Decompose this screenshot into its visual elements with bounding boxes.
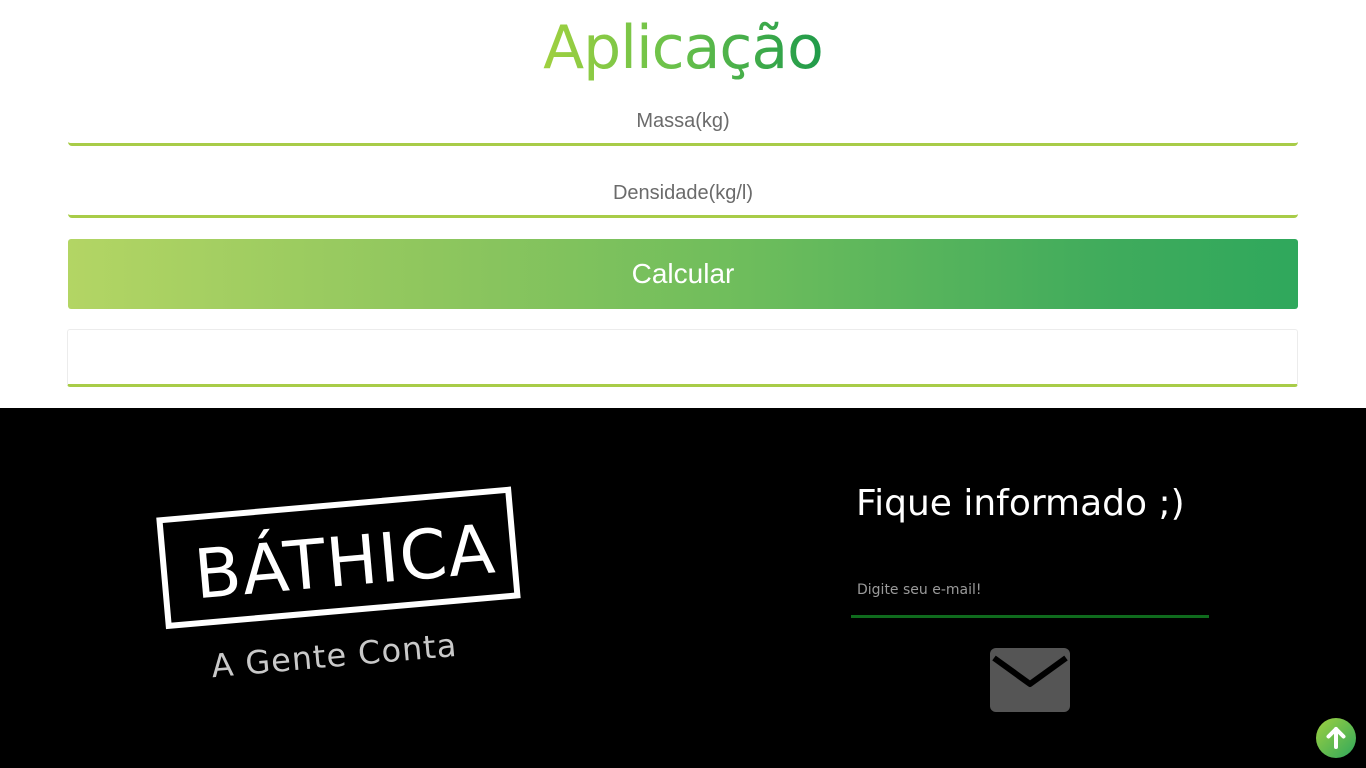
densidade-input[interactable]	[68, 171, 1298, 218]
logo-text: BÁTHICA	[191, 510, 499, 616]
envelope-icon	[990, 648, 1070, 712]
massa-input[interactable]	[68, 99, 1298, 146]
bathica-logo: BÁTHICA A Gente Conta	[152, 477, 549, 719]
newsletter-title: Fique informado ;)	[856, 483, 1185, 524]
email-input[interactable]	[851, 564, 1209, 618]
scroll-to-top-button[interactable]	[1316, 718, 1356, 758]
logo-frame: BÁTHICA	[156, 486, 521, 630]
page-title: Aplicação	[543, 13, 824, 83]
result-output	[67, 329, 1298, 387]
calculate-button[interactable]: Calcular	[68, 239, 1298, 309]
application-section: Aplicação Calcular	[0, 0, 1366, 408]
arrow-up-icon	[1326, 727, 1346, 749]
footer: BÁTHICA A Gente Conta Fique informado ;)	[0, 408, 1366, 768]
send-email-button[interactable]	[990, 648, 1070, 712]
logo-tagline: A Gente Conta	[209, 625, 459, 686]
page: Aplicação Calcular BÁTHICA A Gente Conta…	[0, 0, 1366, 768]
